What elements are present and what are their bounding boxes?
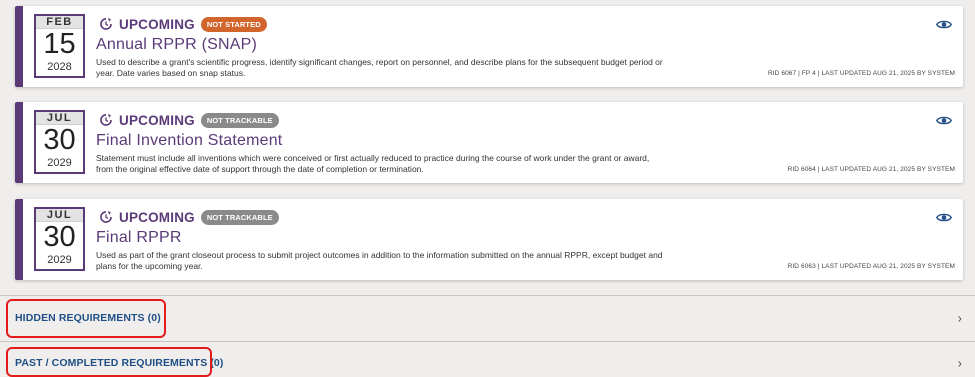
requirement-title: Final Invention Statement bbox=[96, 132, 283, 149]
status-row: UPCOMING NOT TRACKABLE bbox=[99, 209, 279, 225]
chevron-right-icon: › bbox=[957, 310, 962, 326]
requirement-meta: RID 6067 | FP 4 | LAST UPDATED AUG 21, 2… bbox=[767, 70, 955, 77]
status-row: UPCOMING NOT STARTED bbox=[99, 16, 267, 32]
requirement-description: Used to describe a grant's scientific pr… bbox=[96, 57, 663, 78]
status-label: UPCOMING bbox=[119, 112, 195, 128]
date-calendar: FEB 15 2028 bbox=[34, 14, 85, 78]
requirement-card: JUL 30 2029 UPCOMING NOT TRACKABLE Final… bbox=[15, 199, 963, 280]
requirement-meta: RID 6064 | LAST UPDATED AUG 21, 2025 BY … bbox=[787, 166, 955, 173]
requirement-description: Statement must include all inventions wh… bbox=[96, 153, 650, 174]
requirements-page: FEB 15 2028 UPCOMING NOT STARTED Annual … bbox=[0, 0, 975, 377]
status-label: UPCOMING bbox=[119, 16, 195, 32]
calendar-day: 30 bbox=[43, 124, 76, 156]
date-calendar: JUL 30 2029 bbox=[34, 207, 85, 271]
status-badge: NOT STARTED bbox=[200, 16, 267, 32]
past-requirements-toggle[interactable]: PAST / COMPLETED REQUIREMENTS (0) › bbox=[0, 344, 975, 377]
calendar-day: 30 bbox=[43, 221, 76, 253]
requirement-title: Final RPPR bbox=[96, 229, 182, 246]
clock-refresh-icon bbox=[100, 211, 112, 223]
status-row: UPCOMING NOT TRACKABLE bbox=[99, 112, 279, 128]
past-requirements-label: PAST / COMPLETED REQUIREMENTS (0) bbox=[15, 357, 224, 369]
hidden-requirements-label: HIDDEN REQUIREMENTS (0) bbox=[15, 312, 161, 324]
calendar-day: 15 bbox=[43, 28, 76, 60]
eye-icon[interactable] bbox=[936, 19, 952, 30]
requirement-description: Used as part of the grant closeout proce… bbox=[96, 250, 663, 271]
requirement-title: Annual RPPR (SNAP) bbox=[96, 36, 257, 53]
clock-refresh-icon bbox=[100, 18, 112, 30]
status-label: UPCOMING bbox=[119, 209, 195, 225]
status-badge: NOT TRACKABLE bbox=[200, 112, 279, 128]
requirement-card: FEB 15 2028 UPCOMING NOT STARTED Annual … bbox=[15, 6, 963, 87]
section-divider bbox=[0, 295, 975, 296]
section-divider bbox=[0, 341, 975, 342]
eye-icon[interactable] bbox=[936, 115, 952, 126]
calendar-year: 2029 bbox=[47, 157, 72, 169]
chevron-right-icon: › bbox=[957, 355, 962, 371]
date-calendar: JUL 30 2029 bbox=[34, 110, 85, 174]
requirement-meta: RID 6063 | LAST UPDATED AUG 21, 2025 BY … bbox=[787, 263, 955, 270]
hidden-requirements-toggle[interactable]: HIDDEN REQUIREMENTS (0) › bbox=[0, 299, 975, 337]
requirement-card: JUL 30 2029 UPCOMING NOT TRACKABLE Final… bbox=[15, 102, 963, 183]
calendar-year: 2028 bbox=[47, 61, 72, 73]
eye-icon[interactable] bbox=[936, 212, 952, 223]
status-badge: NOT TRACKABLE bbox=[200, 209, 279, 225]
clock-refresh-icon bbox=[100, 114, 112, 126]
calendar-year: 2029 bbox=[47, 254, 72, 266]
